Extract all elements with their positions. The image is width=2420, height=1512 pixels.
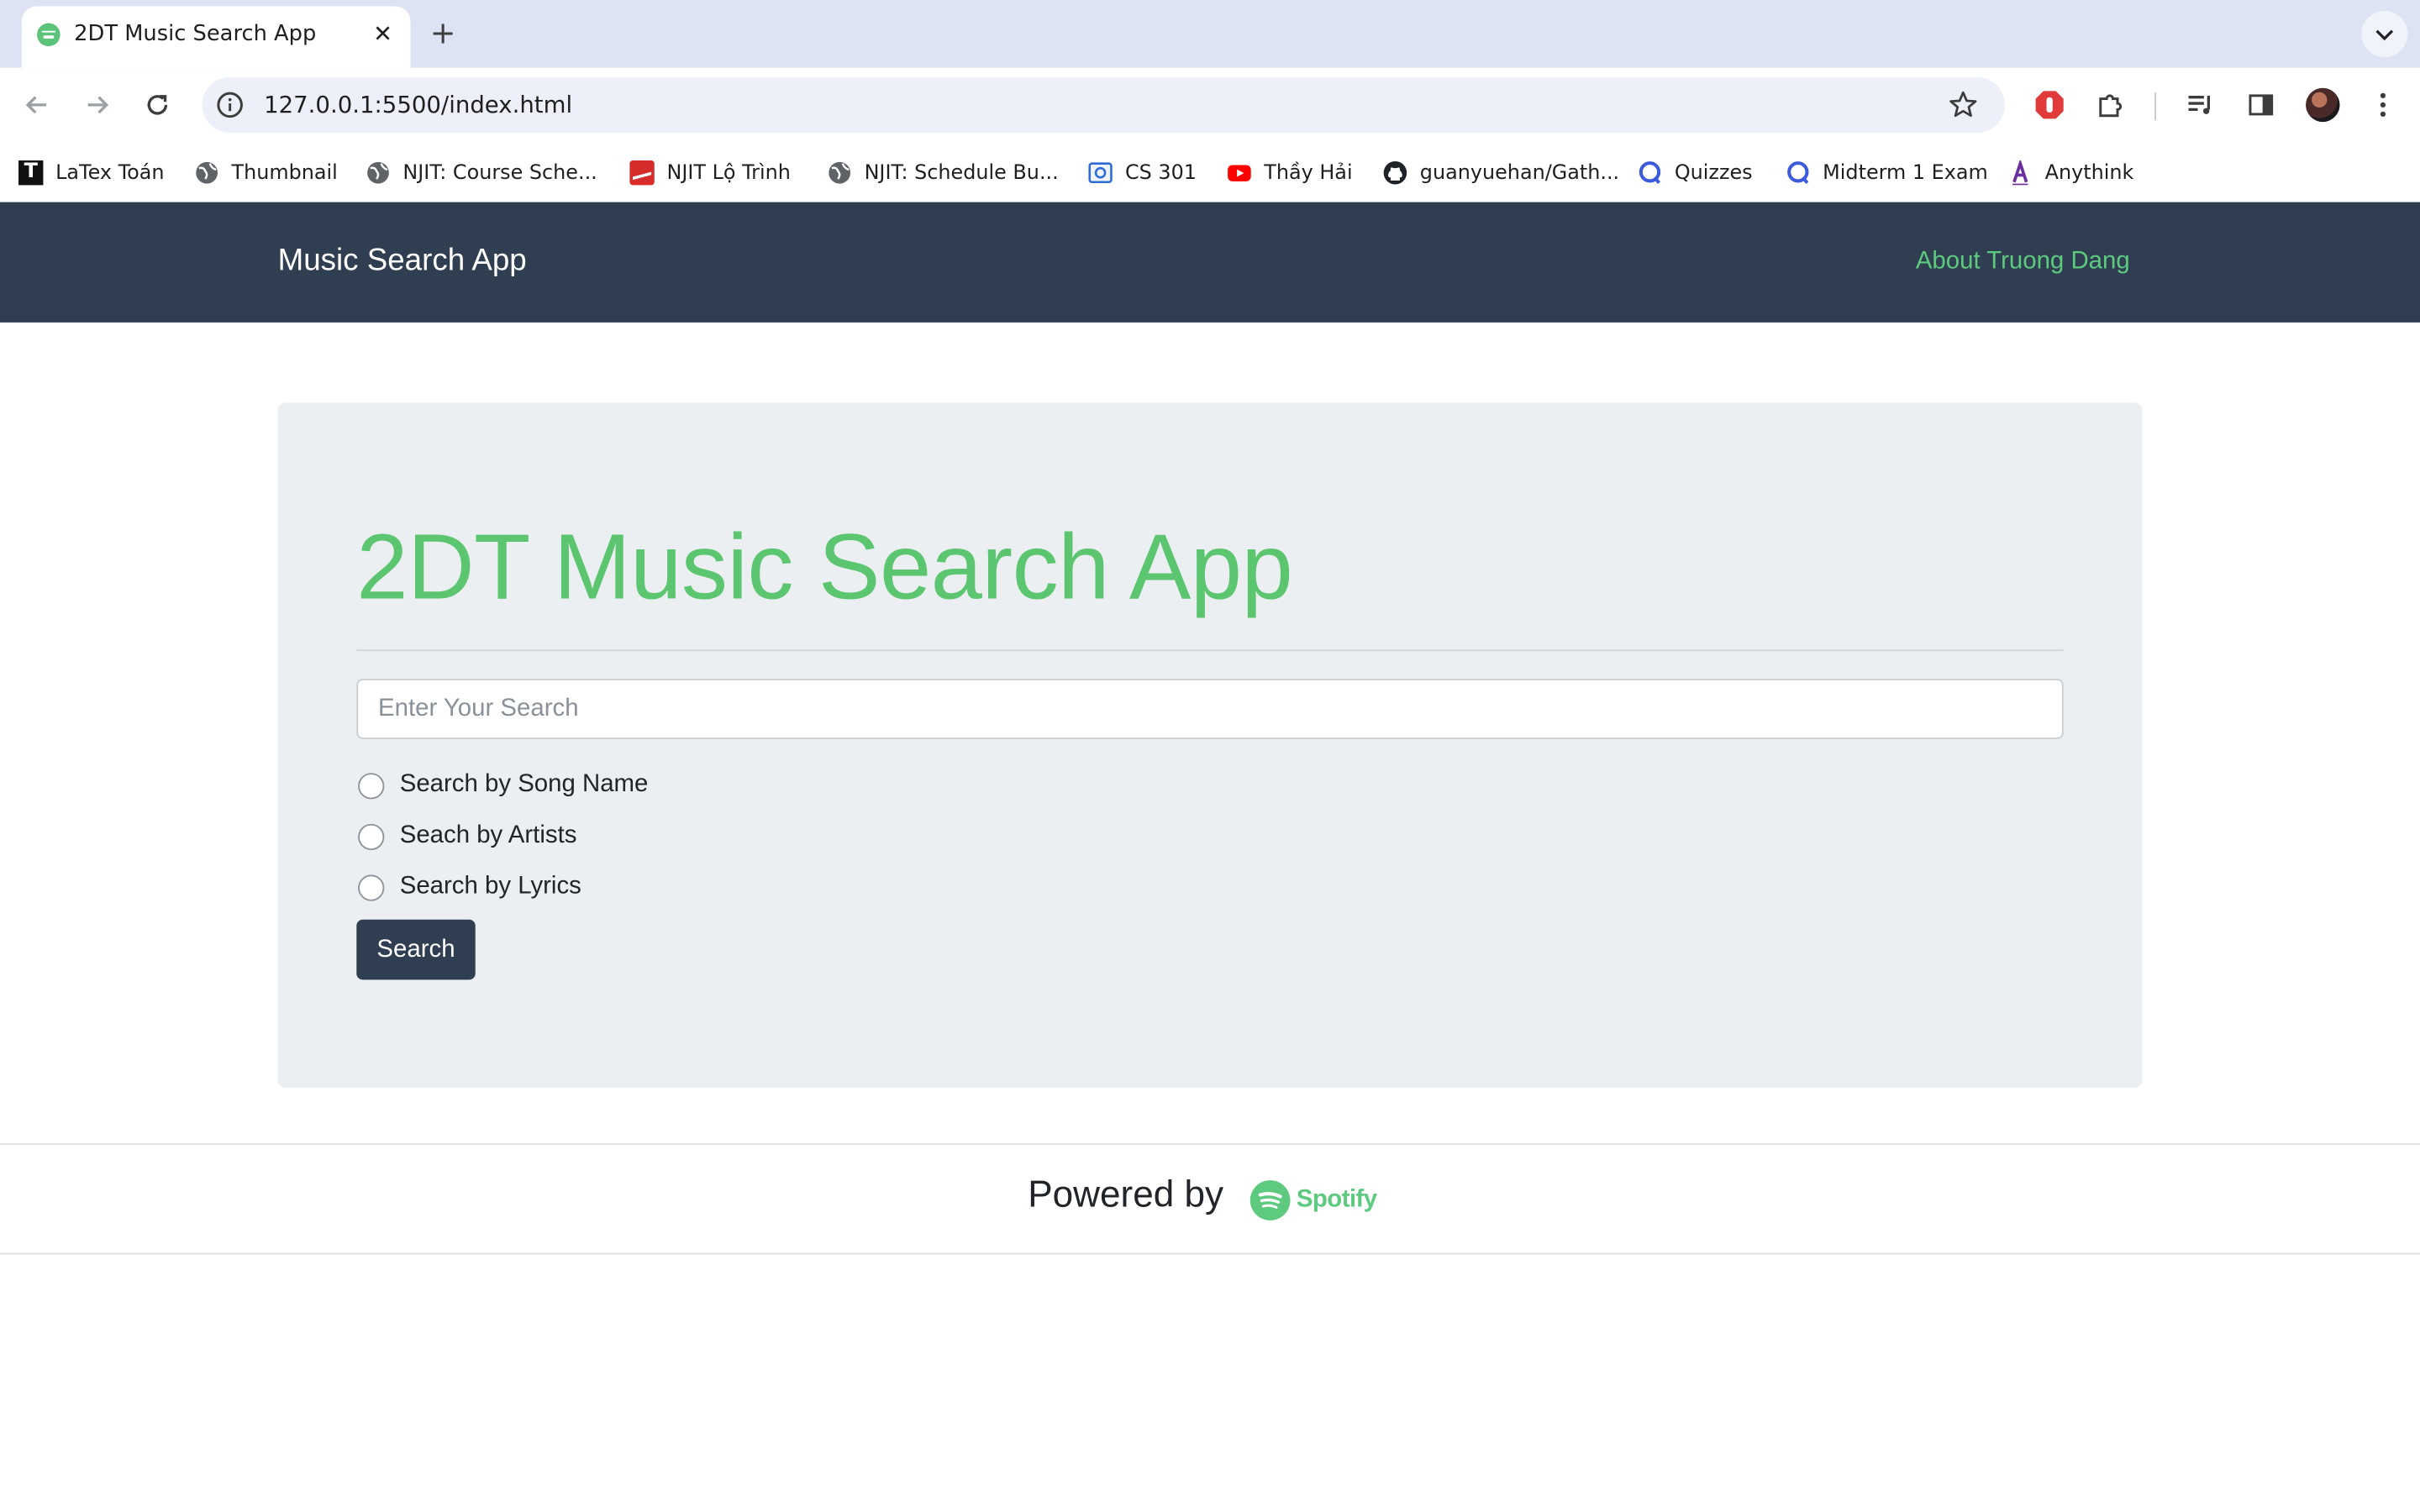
bookmark-label: NJIT: Course Sche... <box>402 160 597 185</box>
chevron-down-icon <box>2375 29 2394 41</box>
site-info-icon[interactable] <box>216 91 244 118</box>
bookmark-njit-course[interactable]: NJIT: Course Sche... <box>366 157 597 188</box>
forward-arrow-icon <box>87 96 109 114</box>
reload-button[interactable] <box>139 87 176 123</box>
globe-icon <box>196 161 218 184</box>
radio-song-name[interactable]: Search by Song Name <box>356 769 648 802</box>
footer: Powered by Spotify <box>0 1143 2420 1255</box>
globe-icon <box>829 161 851 184</box>
puzzle-icon <box>2099 94 2123 118</box>
new-tab-button[interactable]: + <box>426 15 460 49</box>
spotify-logo: Spotify <box>1249 1179 1389 1221</box>
adblock-extension-button[interactable] <box>2031 87 2068 123</box>
radio-label: Search by Lyrics <box>399 873 581 900</box>
bookmark-label: NJIT: Schedule Bu... <box>864 160 1059 185</box>
canvas-icon <box>1088 162 1113 184</box>
browser-window: 2DT Music Search App ✕ + 127.0.0.1:5500/… <box>0 0 2420 1512</box>
bookmark-thay-hai[interactable]: Thầy Hải <box>1227 157 1353 188</box>
about-link[interactable]: About Truong Dang <box>1916 249 2130 276</box>
bookmark-label: CS 301 <box>1124 160 1197 185</box>
bookmark-label: Quizzes <box>1674 160 1753 185</box>
spotify-wordmark: Spotify <box>1296 1186 1377 1213</box>
playlist-icon <box>2188 95 2211 114</box>
bookmark-label: NJIT Lộ Trình <box>666 160 791 185</box>
latex-t-icon: T <box>18 160 44 186</box>
search-panel: 2DT Music Search App Search by Song Name… <box>277 402 2143 1088</box>
navbar-brand[interactable]: Music Search App <box>278 244 527 279</box>
avatar <box>2306 87 2340 123</box>
close-tab-icon[interactable]: ✕ <box>367 18 398 50</box>
tab-title: 2DT Music Search App <box>74 21 317 47</box>
search-input[interactable] <box>356 679 2064 739</box>
radio-button[interactable] <box>358 822 385 850</box>
bookmark-github[interactable]: guanyuehan/Gath... <box>1383 157 1619 188</box>
bookmark-label: guanyuehan/Gath... <box>1419 160 1620 185</box>
bookmark-cs301[interactable]: CS 301 <box>1088 157 1197 188</box>
bookmark-label: Thumbnail <box>231 160 338 185</box>
bookmark-label: LaTex Toán <box>55 160 165 185</box>
quiz-icon <box>1787 161 1809 184</box>
globe-icon <box>367 161 389 184</box>
address-bar[interactable]: 127.0.0.1:5500/index.html <box>202 76 2005 133</box>
tab-strip: 2DT Music Search App ✕ + <box>0 0 2420 68</box>
bookmark-label: Anythink <box>2044 160 2134 185</box>
bookmarks-bar: T LaTex Toán Thumbnail NJIT: Course Sche… <box>0 141 2420 202</box>
forward-button[interactable] <box>79 87 116 123</box>
bookmark-latex[interactable]: T LaTex Toán <box>18 157 164 188</box>
extensions-button[interactable] <box>2093 87 2130 123</box>
quiz-icon <box>1639 161 1661 184</box>
url-text[interactable]: 127.0.0.1:5500/index.html <box>264 91 572 118</box>
search-button[interactable]: Search <box>356 919 476 980</box>
radio-lyrics[interactable]: Search by Lyrics <box>356 870 581 904</box>
bookmark-label: Midterm 1 Exam <box>1823 160 1988 185</box>
spotify-icon <box>1249 1180 1291 1221</box>
back-button[interactable] <box>18 87 55 123</box>
bookmark-quizzes[interactable]: Quizzes <box>1638 157 1753 188</box>
radio-artists[interactable]: Seach by Artists <box>356 819 576 853</box>
toolbar-divider <box>2154 92 2156 121</box>
side-panel-icon <box>2249 94 2274 116</box>
back-arrow-icon <box>25 96 47 114</box>
side-panel-button[interactable] <box>2243 87 2280 123</box>
radio-label: Search by Song Name <box>399 771 649 798</box>
bookmark-njit-lo-trinh[interactable]: NJIT Lộ Trình <box>629 157 791 188</box>
bookmark-star-icon[interactable] <box>1948 90 1979 121</box>
radio-label: Seach by Artists <box>399 822 577 849</box>
bookmark-midterm[interactable]: Midterm 1 Exam <box>1786 157 1988 188</box>
powered-by-text: Powered by <box>1028 1173 1224 1216</box>
spotify-favicon-icon <box>37 23 60 47</box>
anythink-icon <box>2012 160 2028 186</box>
radio-button[interactable] <box>358 772 385 799</box>
reload-icon <box>147 95 168 115</box>
bookmark-thumbnail[interactable]: Thumbnail <box>194 157 338 188</box>
media-controls-button[interactable] <box>2182 87 2219 123</box>
tab-search-button[interactable] <box>2361 10 2408 57</box>
site-navbar: Music Search App About Truong Dang <box>0 202 2420 323</box>
njit-icon <box>629 160 655 186</box>
bookmark-njit-schedule[interactable]: NJIT: Schedule Bu... <box>827 157 1059 188</box>
page-title: 2DT Music Search App <box>356 515 1293 619</box>
bookmark-anythink[interactable]: Anythink <box>2008 157 2134 188</box>
kebab-menu-icon <box>2380 92 2386 118</box>
adblock-icon <box>2035 91 2064 119</box>
browser-menu-button[interactable] <box>2365 87 2402 123</box>
browser-tab[interactable]: 2DT Music Search App ✕ <box>21 6 411 68</box>
divider <box>356 649 2064 652</box>
youtube-icon <box>1228 165 1251 181</box>
github-icon <box>1383 160 1407 185</box>
bookmark-label: Thầy Hải <box>1264 160 1353 185</box>
profile-button[interactable] <box>2304 87 2341 123</box>
radio-button[interactable] <box>358 874 385 900</box>
